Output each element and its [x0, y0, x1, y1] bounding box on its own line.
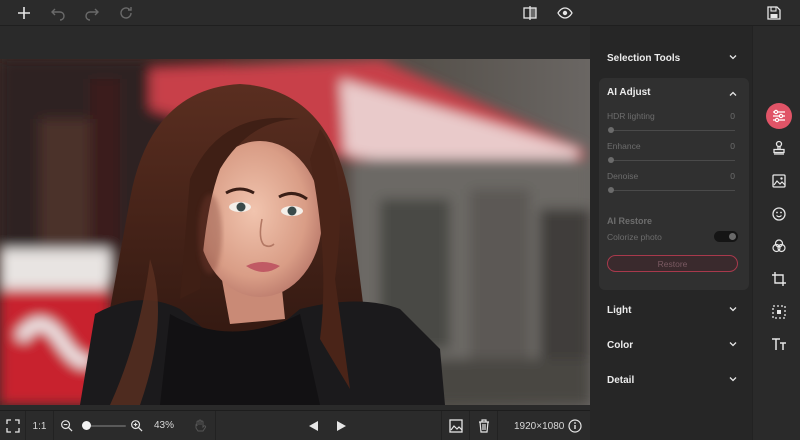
chevron-down-icon — [729, 307, 737, 312]
enhance-slider-knob[interactable] — [608, 157, 614, 163]
slider-label-enhance: Enhance — [607, 141, 641, 151]
section-title: Light — [607, 304, 632, 316]
hand-pan-icon[interactable] — [184, 411, 216, 440]
colorize-label: Colorize photo — [607, 232, 662, 242]
undo-icon[interactable] — [45, 0, 71, 26]
slider-value-hdr: 0 — [730, 111, 735, 121]
stamp-icon[interactable] — [766, 135, 792, 161]
top-toolbar — [0, 0, 800, 26]
save-icon[interactable] — [761, 0, 787, 26]
image-icon[interactable] — [766, 168, 792, 194]
image-dimensions: 1920×1080 — [514, 420, 565, 432]
section-title: Detail — [607, 374, 635, 386]
ratio-label: 1:1 — [32, 420, 47, 432]
hdr-slider-track[interactable] — [611, 130, 735, 131]
zoom-slider-knob[interactable] — [82, 421, 91, 430]
zoom-in-icon[interactable] — [130, 419, 143, 432]
reset-icon[interactable] — [113, 0, 139, 26]
slider-value-enhance: 0 — [730, 141, 735, 151]
hdr-slider-knob[interactable] — [608, 127, 614, 133]
zoom-percentage: 43% — [154, 420, 175, 431]
previous-image-icon[interactable] — [308, 420, 319, 432]
crop-icon[interactable] — [766, 266, 792, 292]
chevron-down-icon — [729, 55, 737, 60]
section-detail[interactable]: Detail — [590, 365, 752, 395]
denoise-slider-knob[interactable] — [608, 187, 614, 193]
ai-adjust-card: AI Adjust HDR lighting 0 Enhance 0 Denoi… — [599, 78, 749, 290]
redo-icon[interactable] — [79, 0, 105, 26]
fullscreen-icon[interactable] — [0, 411, 26, 440]
preview-eye-icon[interactable] — [552, 0, 578, 26]
portrait-photo — [0, 59, 590, 405]
ai-restore-heading: AI Restore — [607, 216, 653, 226]
section-title: Selection Tools — [607, 52, 681, 64]
info-icon[interactable] — [568, 419, 582, 433]
tools-sidebar — [752, 26, 800, 440]
chevron-down-icon — [729, 342, 737, 347]
colorize-toggle[interactable] — [714, 231, 738, 242]
dimensions-info: 1920×1080 — [498, 411, 590, 440]
chevron-down-icon — [729, 377, 737, 382]
ai-adjust-title[interactable]: AI Adjust — [607, 87, 651, 98]
compare-icon[interactable] — [517, 0, 543, 26]
restore-button[interactable]: Restore — [607, 255, 738, 272]
denoise-slider-track[interactable] — [611, 190, 735, 191]
section-selection-tools[interactable]: Selection Tools — [590, 43, 752, 73]
slider-value-denoise: 0 — [730, 171, 735, 181]
ratio-1-1-button[interactable]: 1:1 — [26, 411, 54, 440]
editor-canvas[interactable] — [0, 26, 590, 410]
enhance-slider-track[interactable] — [611, 160, 735, 161]
section-light[interactable]: Light — [590, 295, 752, 325]
add-icon[interactable] — [11, 0, 37, 26]
gallery-image-icon[interactable] — [442, 411, 470, 440]
image-navigation — [216, 411, 442, 440]
section-title: Color — [607, 339, 634, 351]
slider-label-denoise: Denoise — [607, 171, 639, 181]
delete-trash-icon[interactable] — [470, 411, 498, 440]
zoom-out-icon[interactable] — [60, 419, 73, 432]
text-icon[interactable] — [766, 331, 792, 357]
section-color[interactable]: Color — [590, 330, 752, 360]
select-region-icon[interactable] — [766, 299, 792, 325]
bottom-bar: 1:1 43% 1920×1080 — [0, 410, 590, 440]
chevron-up-icon[interactable] — [728, 89, 738, 99]
slider-label-hdr: HDR lighting — [607, 111, 655, 121]
zoom-control: 43% — [54, 411, 184, 440]
color-circles-icon[interactable] — [766, 233, 792, 259]
face-icon[interactable] — [766, 201, 792, 227]
next-image-icon[interactable] — [336, 420, 347, 432]
adjust-sliders-icon[interactable] — [766, 103, 792, 129]
